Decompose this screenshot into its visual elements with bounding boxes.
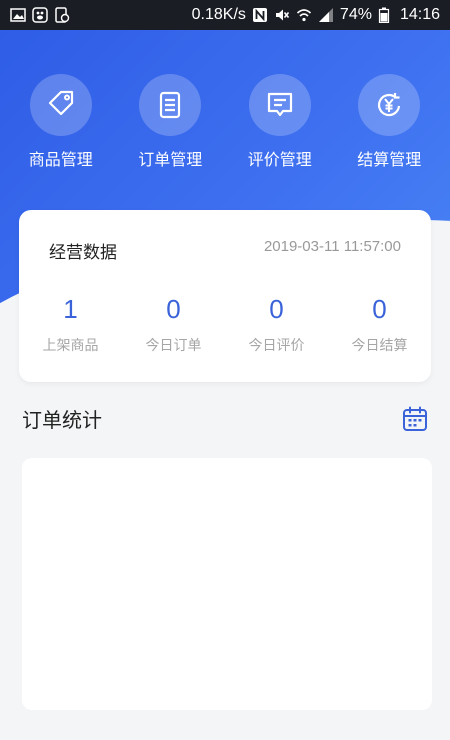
yen-settlement-icon <box>358 74 421 136</box>
quick-action-label: 结算管理 <box>357 150 422 169</box>
stats-row: 1 上架商品 0 今日订单 0 今日评价 0 今日结算 <box>19 294 431 355</box>
battery-level: 74% <box>339 6 372 23</box>
mute-icon <box>274 7 290 23</box>
section-title: 订单统计 <box>22 408 102 432</box>
order-list-icon <box>139 74 202 136</box>
stat-label: 上架商品 <box>42 338 99 354</box>
settlement-management-button[interactable]: 结算管理 <box>339 74 439 170</box>
wifi-icon <box>296 7 312 23</box>
card-title: 经营数据 <box>49 243 117 263</box>
stat-value: 0 <box>269 294 284 324</box>
update-timestamp: 2019-03-11 11:57:00 <box>263 238 401 255</box>
stat-label: 今日结算 <box>351 338 408 354</box>
clock: 14:16 <box>399 6 440 23</box>
stat-today-orders[interactable]: 0 今日订单 <box>122 294 225 355</box>
nfc-icon <box>252 7 268 23</box>
review-management-button[interactable]: 评价管理 <box>230 74 330 170</box>
stat-label: 今日评价 <box>248 338 305 354</box>
stat-today-reviews[interactable]: 0 今日评价 <box>225 294 328 355</box>
stat-value: 0 <box>372 294 387 324</box>
baidu-notification-icon <box>32 7 48 23</box>
status-bar: 0.18K/s 74% 14:16 <box>0 0 450 30</box>
stat-value: 0 <box>166 294 181 324</box>
business-overview-card: 经营数据 2019-03-11 11:57:00 1 上架商品 0 今日订单 0… <box>19 210 431 382</box>
stat-today-settlements[interactable]: 0 今日结算 <box>328 294 431 355</box>
order-management-button[interactable]: 订单管理 <box>120 74 220 170</box>
quick-action-label: 商品管理 <box>28 150 93 169</box>
stat-label: 今日订单 <box>145 338 202 354</box>
quick-action-label: 评价管理 <box>247 150 312 169</box>
comment-icon <box>248 74 311 136</box>
tag-icon <box>29 74 92 136</box>
device-notification-icon <box>54 7 70 23</box>
stat-listed-products[interactable]: 1 上架商品 <box>19 294 122 355</box>
battery-icon <box>378 7 394 23</box>
product-management-button[interactable]: 商品管理 <box>11 74 111 170</box>
quick-action-label: 订单管理 <box>138 150 203 169</box>
quick-actions: 商品管理 订单管理 评价管理 结算管理 <box>0 74 450 170</box>
network-speed: 0.18K/s <box>191 6 246 23</box>
order-chart-area <box>22 458 432 710</box>
stat-value: 1 <box>63 294 78 324</box>
calendar-icon[interactable] <box>401 405 429 433</box>
gallery-notification-icon <box>10 7 26 23</box>
signal-icon <box>318 7 334 23</box>
